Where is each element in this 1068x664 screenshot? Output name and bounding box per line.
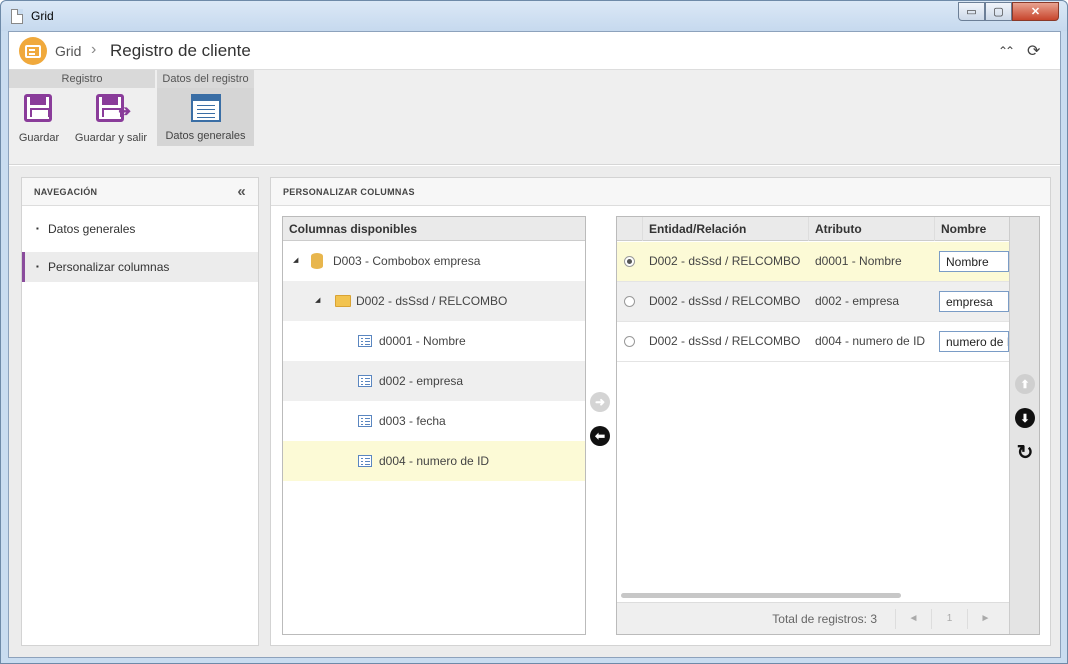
window-title: Grid [31,9,54,23]
field-icon [358,335,372,347]
tree-node[interactable]: d0001 - Nombre [283,321,585,361]
field-icon [358,455,372,467]
save-exit-button[interactable]: ➔ Guardar y salir [71,94,151,144]
floppy-exit-icon: ➔ [96,94,131,126]
tree-header: Columnas disponibles [283,217,585,241]
grid-header: Entidad/Relación Atributo Nombre [617,217,1009,241]
row-radio[interactable] [624,256,635,267]
floppy-save-icon [24,94,54,126]
selected-columns-grid: Entidad/Relación Atributo Nombre D002 - … [616,216,1040,635]
tree-node[interactable]: d004 - numero de ID [283,441,585,481]
tree-node[interactable]: ◢ D002 - dsSsd / RELCOMBO [283,281,585,321]
tree-node-label: D003 - Combobox empresa [333,254,481,268]
table-row[interactable]: D002 - dsSsd / RELCOMBO d0001 - Nombre [617,242,1009,282]
tree-node-label: D002 - dsSsd / RELCOMBO [356,294,508,308]
total-records: Total de registros: 3 [772,612,877,626]
name-field[interactable] [939,291,1009,312]
next-page-button[interactable]: ► [967,609,1003,629]
cell-entity: D002 - dsSsd / RELCOMBO [649,254,801,268]
row-radio[interactable] [624,296,635,307]
table-row[interactable]: D002 - dsSsd / RELCOMBO d002 - empresa [617,282,1009,322]
app-window: Grid ▭ ▢ ✕ Grid › Registro de cliente ⌃⌃… [0,0,1068,664]
column-header-entity[interactable]: Entidad/Relación [643,217,809,241]
cell-entity: D002 - dsSsd / RELCOMBO [649,334,801,348]
field-icon [358,415,372,427]
ribbon-group-datos: Datos del registro [157,70,254,88]
document-icon [11,9,23,24]
customize-columns-panel: PERSONALIZAR COLUMNAS Columnas disponibl… [270,177,1051,646]
name-field[interactable] [939,331,1009,352]
app-header: Grid › Registro de cliente ⌃⌃ ⟳ [9,32,1060,70]
breadcrumb-separator: › [91,41,97,58]
ribbon-group-registro: Registro [9,70,155,88]
remove-column-arrow-icon[interactable]: ⬅ [590,426,610,446]
column-header-attribute[interactable]: Atributo [809,217,935,241]
save-button[interactable]: Guardar [15,94,63,144]
close-button[interactable]: ✕ [1012,2,1059,21]
grid-header-radio [617,217,643,241]
maximize-button[interactable]: ▢ [985,2,1012,21]
form-edit-icon [25,44,41,58]
reset-icon[interactable]: ↻ [1015,442,1035,464]
move-down-icon[interactable]: ⬇ [1015,408,1035,428]
app-logo [19,37,47,65]
nav-item-datos-generales[interactable]: Datos generales [22,214,258,244]
folder-icon [335,295,351,307]
tree-node-label: d004 - numero de ID [379,454,490,468]
minimize-button[interactable]: ▭ [958,2,985,21]
form-icon [190,94,221,126]
cell-attribute: d004 - numero de ID [815,334,926,348]
client-area: Grid › Registro de cliente ⌃⌃ ⟳ Registro… [8,31,1061,658]
available-columns-tree: Columnas disponibles ◢ D003 - Combobox e… [282,216,586,635]
title-bar: Grid ▭ ▢ ✕ [1,1,1067,31]
tree-node[interactable]: d003 - fecha [283,401,585,441]
horizontal-scrollbar[interactable] [621,593,901,598]
tree-node-label: d0001 - Nombre [379,334,466,348]
collapse-up-icon[interactable]: ⌃⌃ [998,44,1015,58]
cell-entity: D002 - dsSsd / RELCOMBO [649,294,801,308]
navigation-header: NAVEGACIÓN « [22,178,258,206]
page-number: 1 [931,609,967,629]
refresh-icon[interactable]: ⟳ [1027,41,1040,61]
expand-toggle-icon[interactable]: ◢ [315,281,320,321]
grid-order-toolbar: ⬆ ⬇ ↻ [1009,217,1039,634]
field-icon [358,375,372,387]
ribbon-toolbar: Registro Datos del registro Guardar ➔ Gu… [9,70,1060,165]
navigation-panel: NAVEGACIÓN « Datos generales Personaliza… [21,177,259,646]
move-up-icon[interactable]: ⬆ [1015,374,1035,394]
panel-title: PERSONALIZAR COLUMNAS [271,178,1050,206]
save-button-label: Guardar [18,132,60,144]
content-area: NAVEGACIÓN « Datos generales Personaliza… [9,166,1060,657]
tree-node[interactable]: ◢ D003 - Combobox empresa [283,241,585,281]
row-radio[interactable] [624,336,635,347]
breadcrumb-grid[interactable]: Grid [55,43,81,59]
table-row[interactable]: D002 - dsSsd / RELCOMBO d004 - numero de… [617,322,1009,362]
prev-page-button[interactable]: ◄ [895,609,931,629]
cell-attribute: d0001 - Nombre [815,254,902,268]
add-column-arrow-icon[interactable]: ➜ [590,392,610,412]
tree-node-label: d002 - empresa [379,374,464,388]
tree-node[interactable]: d002 - empresa [283,361,585,401]
grid-footer: Total de registros: 3 ◄ 1 ► [617,602,1009,634]
tree-node-label: d003 - fecha [379,414,446,428]
general-data-button[interactable]: Datos generales [157,88,254,146]
cell-attribute: d002 - empresa [815,294,900,308]
page-title: Registro de cliente [110,41,251,60]
expand-toggle-icon[interactable]: ◢ [293,241,298,281]
collapse-nav-icon[interactable]: « [237,178,246,206]
column-header-name[interactable]: Nombre [935,217,1009,241]
nav-item-personalizar-columnas[interactable]: Personalizar columnas [22,252,258,282]
general-data-button-label: Datos generales [165,130,246,142]
save-exit-button-label: Guardar y salir [74,132,148,144]
database-icon [311,253,323,269]
navigation-title: NAVEGACIÓN [34,187,98,197]
name-field[interactable] [939,251,1009,272]
